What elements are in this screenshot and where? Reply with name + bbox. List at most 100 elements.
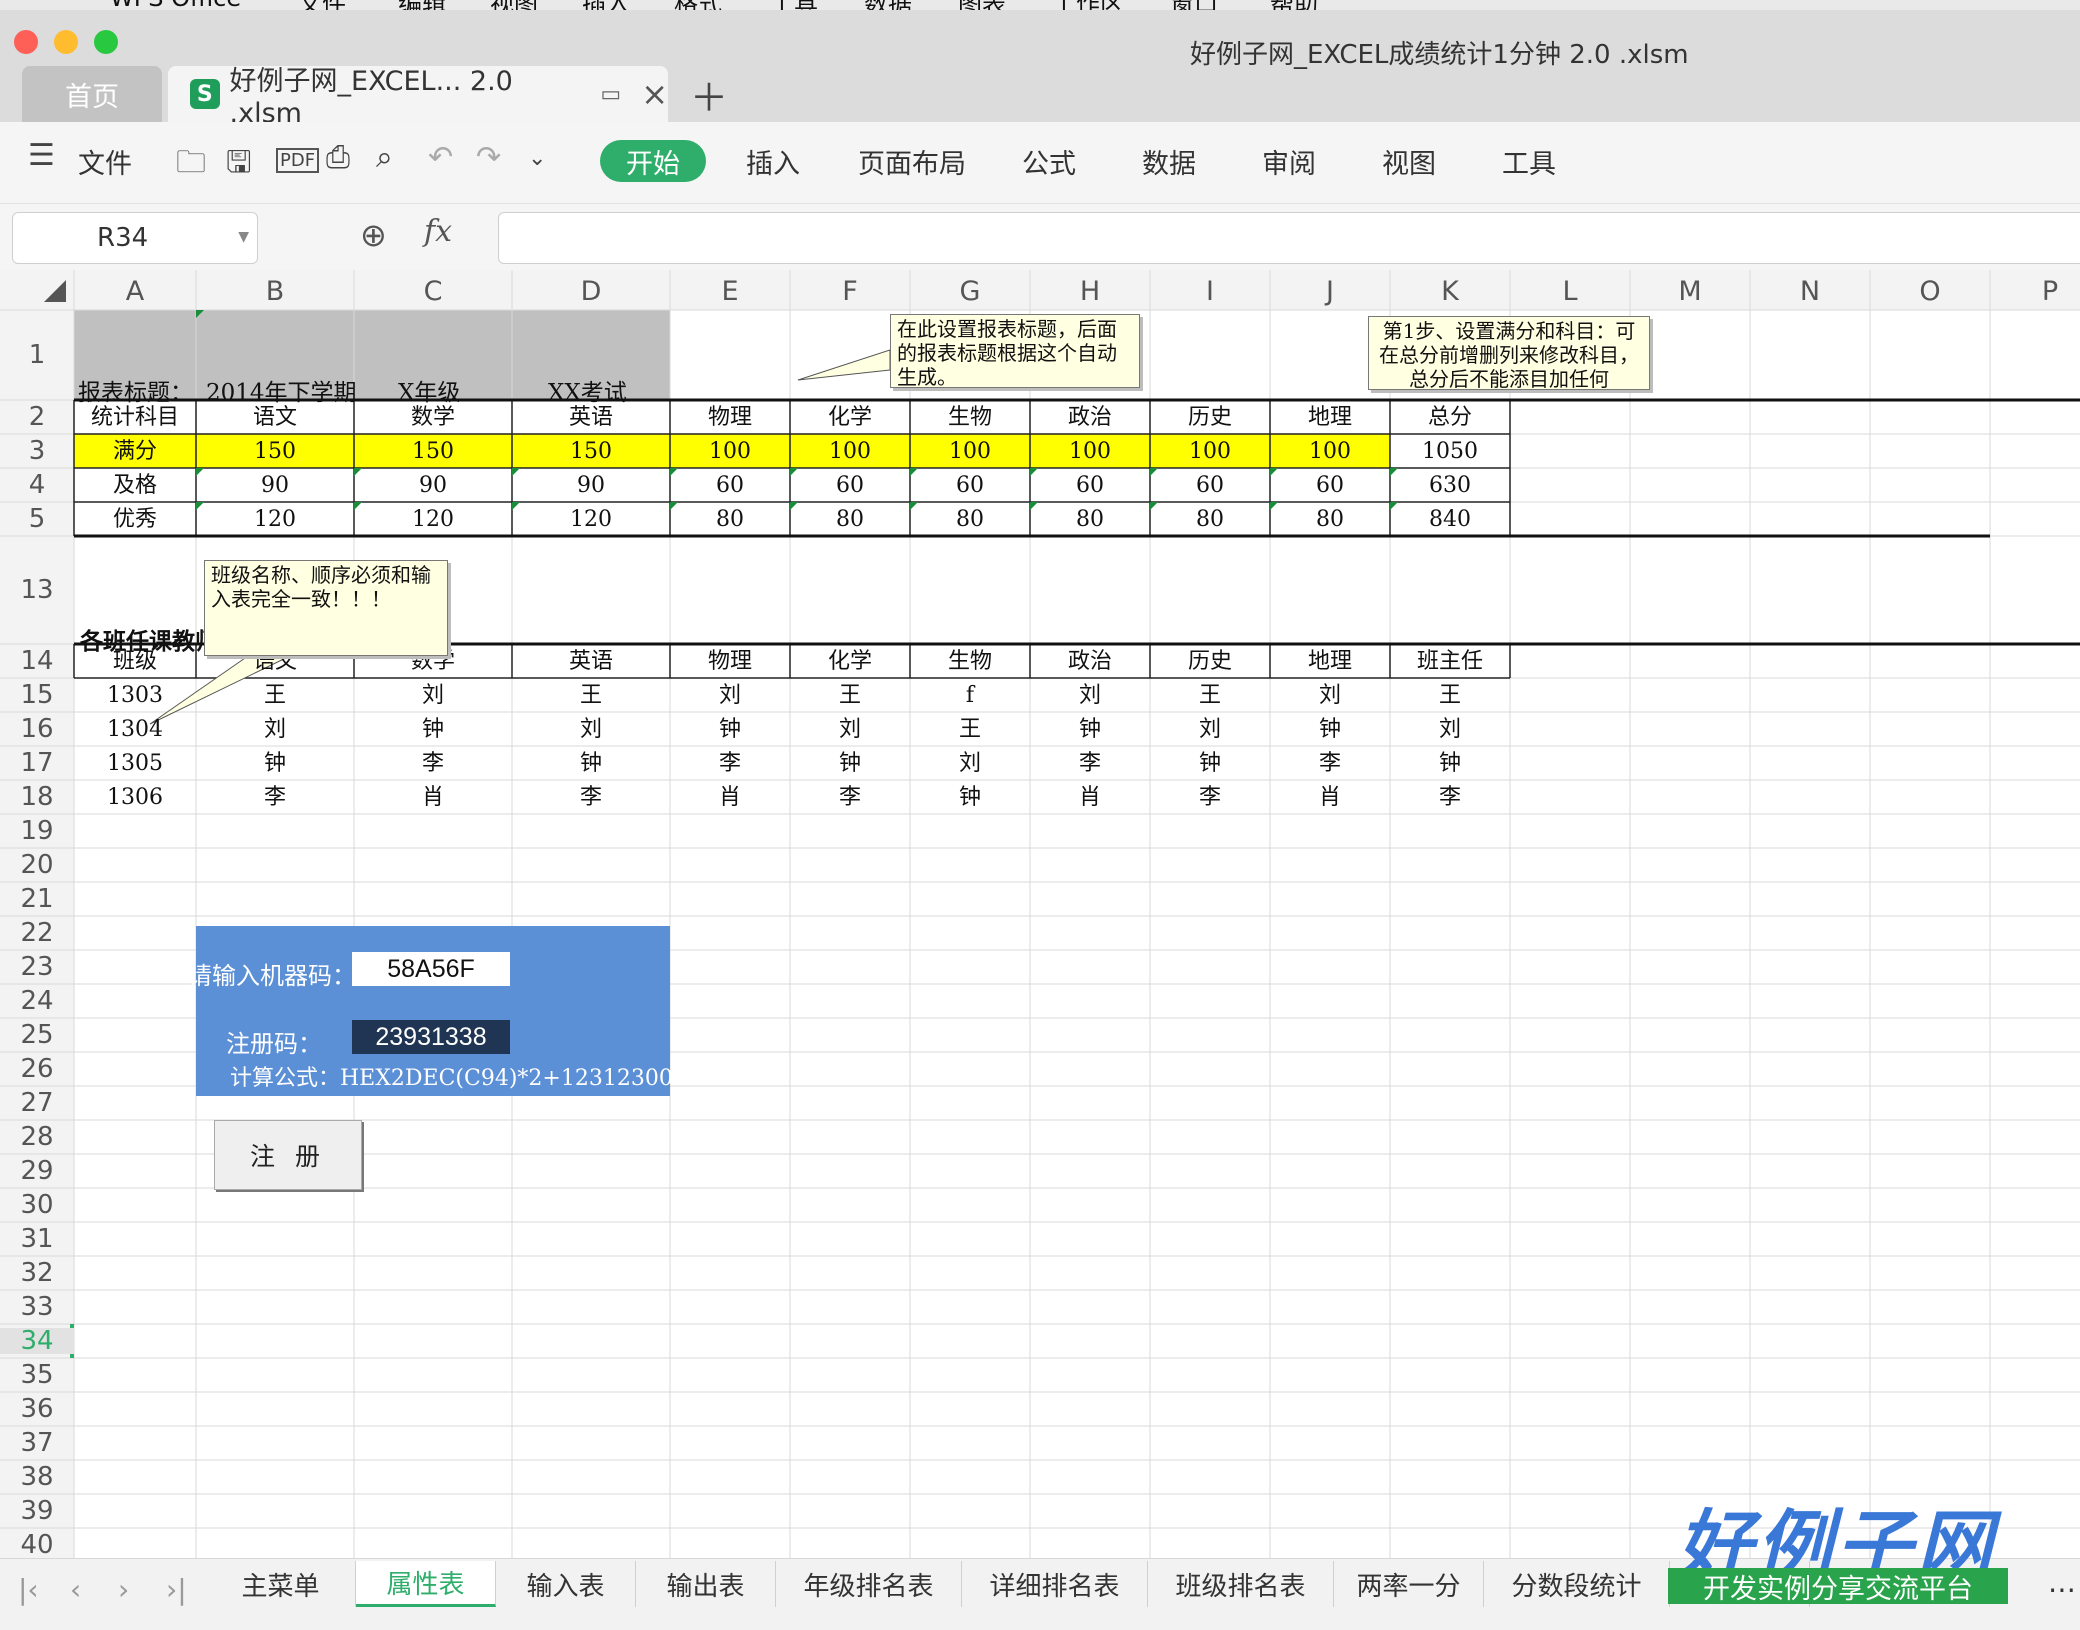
score-cell[interactable]: 满分	[74, 441, 196, 463]
score-cell[interactable]: 80	[910, 509, 1030, 531]
sheet-tab[interactable]: 分数段统计	[1484, 1561, 1670, 1607]
row-header-30[interactable]: 30	[0, 1192, 74, 1218]
score-cell[interactable]: 120	[354, 509, 512, 531]
teacher-cell[interactable]: 1305	[74, 753, 196, 775]
subject-header-cell[interactable]: 总分	[1390, 407, 1510, 429]
column-header-c[interactable]: C	[354, 278, 512, 305]
menubar-view[interactable]: 视图	[490, 0, 538, 10]
teacher-cell[interactable]: 李	[512, 787, 670, 809]
close-window-button[interactable]	[14, 30, 38, 54]
teacher-cell[interactable]: 李	[790, 787, 910, 809]
column-header-d[interactable]: D	[512, 278, 670, 305]
teacher-cell[interactable]: 钟	[1390, 753, 1510, 775]
teacher-cell[interactable]: 刘	[1030, 685, 1150, 707]
teacher-cell[interactable]: 刘	[910, 753, 1030, 775]
subject-header-cell[interactable]: 生物	[910, 407, 1030, 429]
teacher-cell[interactable]: 1304	[74, 719, 196, 741]
row-header-29[interactable]: 29	[0, 1158, 74, 1184]
teacher-cell[interactable]: 李	[1270, 753, 1390, 775]
teacher-cell[interactable]: 刘	[1390, 719, 1510, 741]
menubar-tools[interactable]: 工具	[770, 0, 818, 10]
new-tab-button[interactable]: ＋	[690, 66, 728, 122]
menubar-app[interactable]: WPS Office	[110, 0, 241, 10]
score-cell[interactable]: 60	[670, 475, 790, 497]
row-header-18[interactable]: 18	[0, 784, 74, 810]
ribbon-tab-page-layout[interactable]: 页面布局	[858, 142, 966, 181]
score-cell[interactable]: 100	[670, 441, 790, 463]
score-cell[interactable]: 80	[1030, 509, 1150, 531]
row-header-34[interactable]: 34	[0, 1328, 74, 1354]
teacher-cell[interactable]: 刘	[354, 685, 512, 707]
ribbon-tab-formulas[interactable]: 公式	[1022, 142, 1076, 181]
column-header-p[interactable]: P	[1990, 278, 2080, 305]
teacher-header-cell[interactable]: 英语	[512, 651, 670, 673]
teacher-cell[interactable]: 1306	[74, 787, 196, 809]
close-tab-icon[interactable]: ×	[641, 75, 668, 113]
teacher-cell[interactable]: 钟	[670, 719, 790, 741]
minimize-window-button[interactable]	[54, 30, 78, 54]
score-cell[interactable]: 60	[910, 475, 1030, 497]
row-header-31[interactable]: 31	[0, 1226, 74, 1252]
menubar-insert[interactable]: 插入	[582, 0, 630, 10]
column-header-g[interactable]: G	[910, 278, 1030, 305]
sheet-tab[interactable]: 主菜单	[206, 1561, 356, 1607]
print-icon[interactable]: ⎙	[326, 140, 350, 175]
score-cell[interactable]: 60	[1150, 475, 1270, 497]
row-header-1[interactable]: 1	[0, 342, 74, 368]
row-header-4[interactable]: 4	[0, 472, 74, 498]
subject-header-cell[interactable]: 物理	[670, 407, 790, 429]
sheet-tab[interactable]: 输出表	[636, 1561, 776, 1607]
row-header-22[interactable]: 22	[0, 920, 74, 946]
score-cell[interactable]: 100	[1270, 441, 1390, 463]
teacher-cell[interactable]: 钟	[1030, 719, 1150, 741]
score-cell[interactable]: 90	[512, 475, 670, 497]
score-cell[interactable]: 840	[1390, 509, 1510, 531]
row-header-39[interactable]: 39	[0, 1498, 74, 1524]
ribbon-tab-tools[interactable]: 工具	[1502, 142, 1556, 181]
worksheet-grid[interactable]: ABCDEFGHIJKLMNOP 1 2 3 4 5 13 14 15 16 17 18 19 20 21…	[0, 270, 2080, 1558]
menubar-edit[interactable]: 编辑	[398, 0, 446, 10]
teacher-header-cell[interactable]: 政治	[1030, 651, 1150, 673]
column-header-l[interactable]: L	[1510, 278, 1630, 305]
teacher-cell[interactable]: 王	[196, 685, 354, 707]
ribbon-tab-review[interactable]: 审阅	[1262, 142, 1316, 181]
teacher-header-cell[interactable]: 历史	[1150, 651, 1270, 673]
print-preview-icon[interactable]: ⌕	[376, 140, 393, 175]
zoom-window-button[interactable]	[94, 30, 118, 54]
teacher-cell[interactable]: 钟	[196, 753, 354, 775]
score-cell[interactable]: 及格	[74, 475, 196, 497]
teacher-header-cell[interactable]: 班级	[74, 651, 196, 673]
score-cell[interactable]: 90	[196, 475, 354, 497]
teacher-cell[interactable]: 1303	[74, 685, 196, 707]
file-menu[interactable]: 文件	[78, 142, 132, 181]
teacher-cell[interactable]: 钟	[910, 787, 1030, 809]
score-cell[interactable]: 100	[790, 441, 910, 463]
row-header-23[interactable]: 23	[0, 954, 74, 980]
customize-toolbar-icon[interactable]: ⌄	[528, 146, 546, 171]
row-header-2[interactable]: 2	[0, 404, 74, 430]
teacher-cell[interactable]: 王	[910, 719, 1030, 741]
row-header-13[interactable]: 13	[0, 577, 74, 603]
score-cell[interactable]: 150	[196, 441, 354, 463]
sheet-tab[interactable]: 年级排名表	[776, 1561, 962, 1607]
row-header-26[interactable]: 26	[0, 1056, 74, 1082]
next-sheet-icon[interactable]: ›	[118, 1573, 129, 1606]
formula-input[interactable]	[498, 212, 2080, 264]
find-zoom-icon[interactable]: ⊕	[360, 216, 387, 254]
score-cell[interactable]: 630	[1390, 475, 1510, 497]
subject-header-cell[interactable]: 化学	[790, 407, 910, 429]
teacher-cell[interactable]: 刘	[1270, 685, 1390, 707]
score-cell[interactable]: 优秀	[74, 509, 196, 531]
teacher-cell[interactable]: 肖	[670, 787, 790, 809]
teacher-cell[interactable]: 李	[1390, 787, 1510, 809]
teacher-cell[interactable]: 王	[1150, 685, 1270, 707]
teacher-cell[interactable]: 刘	[670, 685, 790, 707]
column-header-f[interactable]: F	[790, 278, 910, 305]
column-header-n[interactable]: N	[1750, 278, 1870, 305]
teacher-cell[interactable]: 钟	[1270, 719, 1390, 741]
column-header-m[interactable]: M	[1630, 278, 1750, 305]
row-header-20[interactable]: 20	[0, 852, 74, 878]
row-header-24[interactable]: 24	[0, 988, 74, 1014]
sheet-tab[interactable]: 班级排名表	[1148, 1561, 1334, 1607]
teacher-cell[interactable]: 李	[354, 753, 512, 775]
